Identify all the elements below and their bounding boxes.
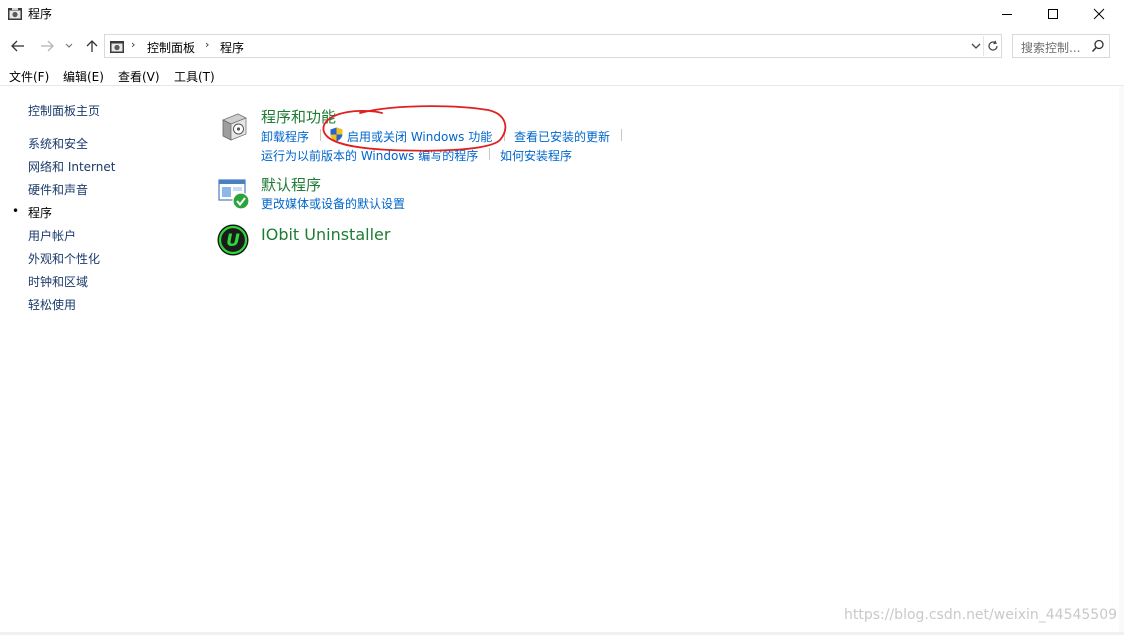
- scrollbar-track[interactable]: [1119, 86, 1124, 632]
- default-programs-icon[interactable]: [218, 178, 250, 210]
- minimize-button[interactable]: [984, 0, 1030, 28]
- default-programs-title[interactable]: 默认程序: [261, 174, 321, 195]
- search-placeholder: 搜索控制...: [1021, 41, 1081, 55]
- iobit-letter: U: [226, 231, 240, 251]
- recent-locations-button[interactable]: [62, 36, 76, 56]
- search-input[interactable]: 搜索控制...: [1012, 34, 1110, 58]
- control-panel-icon: [8, 8, 22, 20]
- breadcrumb-separator-icon[interactable]: ›: [205, 38, 209, 51]
- breadcrumb-separator-icon[interactable]: ›: [131, 38, 135, 51]
- forward-button[interactable]: [37, 36, 57, 56]
- link-separator: [621, 129, 622, 141]
- up-button[interactable]: [82, 36, 102, 56]
- leftnav-item-ease-of-access[interactable]: 轻松使用: [28, 296, 76, 313]
- link-separator: [320, 129, 321, 141]
- uac-shield-icon: [330, 127, 343, 142]
- menu-file[interactable]: 文件(F): [9, 68, 49, 85]
- run-older-programs-link[interactable]: 运行为以前版本的 Windows 编写的程序: [261, 147, 478, 164]
- close-icon: [1093, 8, 1105, 20]
- menu-view[interactable]: 查看(V): [118, 68, 160, 85]
- link-separator: [504, 129, 505, 141]
- window-title: 程序: [28, 7, 53, 21]
- programs-features-icon[interactable]: [218, 110, 250, 142]
- breadcrumb-programs[interactable]: 程序: [220, 39, 244, 56]
- iobit-uninstaller-title[interactable]: IObit Uninstaller: [261, 225, 390, 244]
- refresh-icon: [987, 40, 998, 51]
- change-default-settings-link[interactable]: 更改媒体或设备的默认设置: [261, 195, 405, 212]
- refresh-button[interactable]: [983, 36, 1001, 56]
- menu-bar: 文件(F) 编辑(E) 查看(V) 工具(T): [0, 64, 1124, 86]
- search-icon: [1091, 39, 1104, 53]
- chevron-down-icon: [65, 43, 73, 48]
- address-bar[interactable]: › 控制面板 › 程序: [104, 34, 1002, 58]
- arrow-up-icon: [86, 40, 98, 52]
- menu-edit[interactable]: 编辑(E): [63, 68, 104, 85]
- close-button[interactable]: [1076, 0, 1122, 28]
- minimize-icon: [1002, 14, 1012, 15]
- turn-windows-features-link[interactable]: 启用或关闭 Windows 功能: [347, 128, 492, 145]
- breadcrumb-control-panel[interactable]: 控制面板: [147, 39, 195, 56]
- chevron-down-icon: [971, 43, 981, 49]
- navigation-bar: › 控制面板 › 程序 搜索控制...: [0, 32, 1124, 60]
- leftnav-item-system-security[interactable]: 系统和安全: [28, 135, 88, 152]
- menu-tools[interactable]: 工具(T): [174, 68, 215, 85]
- address-dropdown-button[interactable]: [969, 38, 983, 54]
- view-installed-updates-link[interactable]: 查看已安装的更新: [514, 128, 610, 145]
- leftnav-item-network-internet[interactable]: 网络和 Internet: [28, 158, 115, 175]
- control-panel-icon: [110, 41, 124, 53]
- programs-features-title[interactable]: 程序和功能: [261, 106, 336, 127]
- watermark-text: https://blog.csdn.net/weixin_44545509: [844, 607, 1118, 623]
- arrow-left-icon: [11, 40, 24, 52]
- leftnav-item-user-accounts[interactable]: 用户帐户: [28, 227, 76, 244]
- uninstall-program-link[interactable]: 卸载程序: [261, 128, 309, 145]
- leftnav-item-hardware-sound[interactable]: 硬件和声音: [28, 181, 88, 198]
- iobit-uninstaller-icon[interactable]: U: [217, 224, 249, 256]
- link-separator: [489, 148, 490, 160]
- maximize-button[interactable]: [1030, 0, 1076, 28]
- maximize-icon: [1048, 9, 1058, 19]
- how-to-install-link[interactable]: 如何安装程序: [500, 147, 572, 164]
- leftnav-item-clock-region[interactable]: 时钟和区域: [28, 273, 88, 290]
- active-bullet: •: [12, 204, 20, 218]
- title-bar: 程序: [0, 0, 1124, 28]
- control-panel-home-link[interactable]: 控制面板主页: [28, 102, 100, 119]
- leftnav-item-appearance[interactable]: 外观和个性化: [28, 250, 100, 267]
- leftnav-item-programs[interactable]: 程序: [28, 204, 52, 221]
- arrow-right-icon: [41, 40, 54, 52]
- back-button[interactable]: [8, 36, 28, 56]
